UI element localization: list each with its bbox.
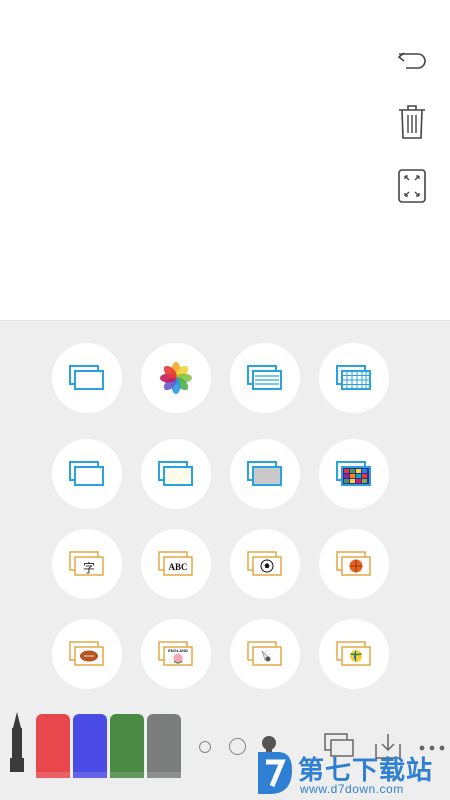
d7-logo-icon [258, 752, 292, 794]
template-gray-board[interactable] [230, 439, 300, 509]
template-white-board[interactable] [52, 439, 122, 509]
soccer-card-icon [247, 551, 282, 576]
site-watermark: 第七下载站 www.d7down.com [252, 746, 450, 800]
template-england-card[interactable]: ENGLAND [141, 619, 211, 689]
volleyball-card-icon [336, 641, 371, 666]
card-abc-label: ABC [168, 562, 187, 572]
template-volleyball-card[interactable] [319, 619, 389, 689]
card-character-label: 字 [83, 560, 95, 575]
red-marker[interactable] [36, 714, 70, 778]
rugby-card-icon [69, 641, 104, 666]
card-england-label: ENGLAND [168, 648, 188, 653]
gray-marker[interactable] [147, 714, 181, 778]
blue-marker[interactable] [73, 714, 107, 778]
color-grid-board-icon [336, 461, 371, 486]
template-grid-page[interactable] [319, 343, 389, 413]
england-card-icon: ENGLAND [158, 641, 193, 666]
template-badminton-card[interactable] [230, 619, 300, 689]
template-lined-page[interactable] [230, 343, 300, 413]
cream-board-icon [158, 461, 193, 486]
expand-icon [398, 169, 426, 203]
badminton-card-icon [247, 641, 282, 666]
brush-size-medium[interactable] [229, 738, 246, 755]
watermark-url: www.d7down.com [300, 782, 404, 796]
blank-page-icon [69, 365, 104, 390]
brush-size-small[interactable] [199, 741, 211, 753]
undo-icon [397, 52, 426, 69]
fullscreen-button[interactable] [394, 166, 430, 206]
template-cream-board[interactable] [141, 439, 211, 509]
template-color-grid-board[interactable] [319, 439, 389, 509]
template-rugby-card[interactable] [52, 619, 122, 689]
fountain-pen-icon [10, 712, 24, 772]
template-chinese-character-card[interactable]: 字 [52, 529, 122, 599]
template-basketball-card[interactable] [319, 529, 389, 599]
drawing-canvas[interactable] [0, 0, 450, 320]
abc-card-icon: ABC [158, 551, 193, 576]
white-board-icon [69, 461, 104, 486]
trash-icon [399, 105, 425, 139]
template-panel: 字 ABC ENGLAND [0, 320, 450, 700]
grid-page-icon [336, 365, 371, 390]
green-marker[interactable] [110, 714, 144, 778]
template-soccer-card[interactable] [230, 529, 300, 599]
chinese-character-card-icon: 字 [69, 551, 104, 576]
gray-board-icon [247, 461, 282, 486]
undo-button[interactable] [394, 40, 430, 80]
photo-gallery-button[interactable] [141, 343, 211, 413]
basketball-card-icon [336, 551, 371, 576]
lined-page-icon [247, 365, 282, 390]
photos-icon [160, 362, 192, 394]
template-abc-card[interactable]: ABC [141, 529, 211, 599]
clear-button[interactable] [394, 102, 430, 142]
black-marker[interactable] [6, 710, 28, 772]
template-blank-page[interactable] [52, 343, 122, 413]
